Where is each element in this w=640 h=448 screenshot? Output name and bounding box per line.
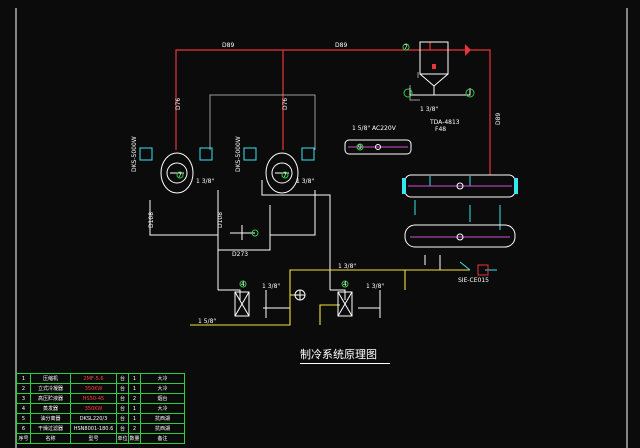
table-cell: 台	[116, 423, 129, 434]
top-valve	[465, 44, 471, 56]
table-cell: 台	[116, 383, 129, 394]
table-cell: 抗西湖	[140, 423, 185, 434]
table-cell: 1	[16, 373, 31, 384]
liquid-label-4: 1 3/8"	[262, 283, 280, 290]
pipe-label-d108-right: D108	[217, 212, 224, 228]
table-cell: DKSL220/3	[70, 413, 117, 424]
table-cell: HS50-45	[70, 393, 117, 404]
table-cell: 大冷	[140, 373, 185, 384]
drawing-title: 制冷系统原理图	[300, 347, 390, 364]
table-cell: 350KW	[70, 403, 117, 414]
table-cell: 1	[128, 373, 141, 384]
table-cell: 1	[128, 413, 141, 424]
table-cell: 1	[128, 383, 141, 394]
table-row: 2 立式冷凝器 350KW 台 1 大冷	[16, 383, 185, 394]
dryer-filter-1	[234, 291, 250, 317]
circle-label-1: 7	[404, 44, 408, 51]
table-cell: 油分离器	[30, 413, 71, 424]
circle-markers	[176, 43, 410, 288]
evaporator	[402, 174, 518, 198]
small-label-3: 1 3/8"	[420, 106, 438, 113]
compressor-1-label: DKS-5000W	[131, 136, 138, 172]
table-cell: 序号	[16, 433, 31, 444]
circle-label-6: 9	[358, 144, 362, 151]
table-cell: 干燥过滤器	[30, 423, 71, 434]
white-pipes	[149, 180, 441, 318]
tda-label: TDA-4813	[429, 119, 460, 126]
valve-circle-left	[403, 88, 413, 98]
compressor-1	[139, 147, 213, 194]
table-cell: 3	[16, 393, 31, 404]
table-cell: 高压贮液器	[30, 393, 71, 404]
sight-glass	[294, 289, 306, 301]
compressor-2-label: DKS-5000W	[235, 136, 242, 172]
table-cell: 蒸发器	[30, 403, 71, 414]
table-cell: 4	[16, 403, 31, 414]
parts-table-body: 1 压缩机 2MF-5.6 台 1 大冷 2 立式冷凝器 350KW 台 1 大冷 3 高压贮液器 HS50…	[16, 373, 185, 444]
table-row: 序号 名称 型号 单位 数量 备注	[16, 433, 185, 444]
circle-label-2: 7	[178, 172, 182, 179]
table-cell: 2	[128, 423, 141, 434]
parts-table: 1 压缩机 2MF-5.6 台 1 大冷 2 立式冷凝器 350KW 台 1 大冷 3 高压贮液器 HS50…	[16, 373, 185, 444]
table-cell: 台	[116, 393, 129, 404]
table-cell: 5	[16, 413, 31, 424]
table-cell: 压缩机	[30, 373, 71, 384]
compressor-2	[243, 147, 315, 194]
table-cell: 烟台	[140, 393, 185, 404]
small-label-2: 1 3/8"	[296, 178, 314, 185]
pipe-label-d89-right: D89	[335, 42, 347, 49]
pipe-label-d76-2: D76	[282, 98, 289, 110]
table-cell: 大冷	[140, 383, 185, 394]
table-cell: 1	[128, 403, 141, 414]
table-row: 6 干燥过滤器 HSN8001-180.6 台 2 抗西湖	[16, 423, 185, 434]
table-cell: 2	[128, 393, 141, 404]
table-row: 5 油分离器 DKSL220/3 台 1 抗西湖	[16, 413, 185, 424]
table-cell: 台	[116, 413, 129, 424]
table-row: 3 高压贮液器 HS50-45 台 2 烟台	[16, 393, 185, 404]
pipe-label-d108-left: D108	[148, 212, 155, 228]
table-cell: 型号	[70, 433, 117, 444]
pipe-label-d273: D273	[232, 251, 248, 258]
liquid-label-3: 1 5/8"	[198, 318, 216, 325]
condenser	[344, 139, 412, 155]
vfd-label: SIE-CE015	[458, 277, 489, 284]
liquid-label-2: 1 3/8"	[366, 283, 384, 290]
cyan-lines	[414, 176, 501, 271]
table-cell: 台	[116, 403, 129, 414]
table-row: 4 蒸发器 350KW 台 1 大冷	[16, 403, 185, 414]
table-cell: 6	[16, 423, 31, 434]
table-cell: 大冷	[140, 403, 185, 414]
receiver-tank	[404, 224, 516, 248]
f48-label: F48	[435, 126, 446, 133]
table-cell: 单位	[116, 433, 129, 444]
table-cell: 350KW	[70, 383, 117, 394]
liquid-label-1: 1 3/8"	[338, 263, 356, 270]
circle-label-5: 4	[343, 281, 347, 288]
table-row: 1 压缩机 2MF-5.6 台 1 大冷	[16, 373, 185, 384]
circle-label-4: 4	[241, 281, 245, 288]
table-cell: 立式冷凝器	[30, 383, 71, 394]
pipe-label-d76-1: D76	[175, 98, 182, 110]
pipe-label-d89-vert: D89	[495, 113, 502, 125]
discharge-pipes	[175, 42, 491, 175]
table-cell: 抗西湖	[140, 413, 185, 424]
table-cell: 备注	[140, 433, 185, 444]
small-label-1: 1 3/8"	[196, 178, 214, 185]
table-cell: HSN8001-180.6	[70, 423, 117, 434]
ac220-label: 1 5/8" AC220V	[352, 125, 397, 132]
table-cell: 2	[16, 383, 31, 394]
table-cell: 台	[116, 373, 129, 384]
pipe-label-d89-left: D89	[222, 42, 234, 49]
circle-label-3: 7	[283, 172, 287, 179]
table-cell: 名称	[30, 433, 71, 444]
table-cell: 数量	[128, 433, 141, 444]
table-cell: 2MF-5.6	[70, 373, 117, 384]
